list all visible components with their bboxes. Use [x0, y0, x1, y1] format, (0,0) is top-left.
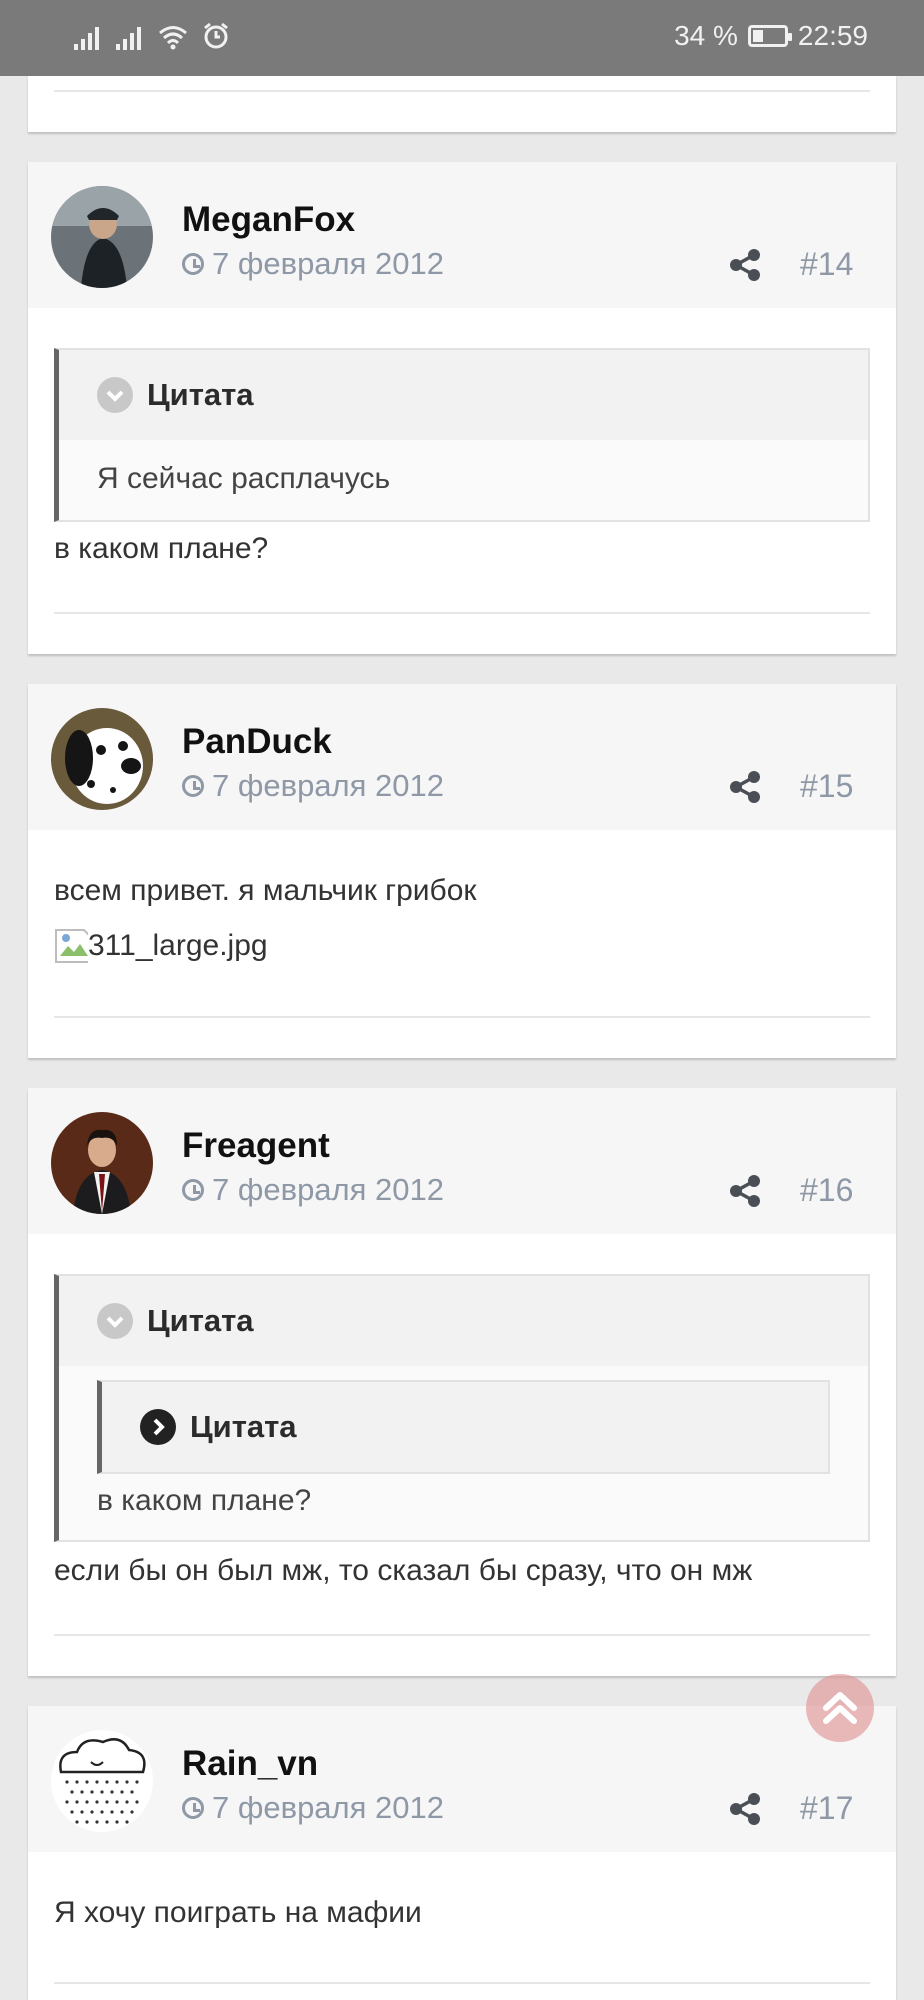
share-icon[interactable] — [728, 248, 762, 282]
share-icon[interactable] — [728, 1174, 762, 1208]
post-date[interactable]: 7 февраля 2012 — [182, 1172, 444, 1208]
divider — [54, 90, 870, 92]
chevron-down-icon — [97, 1303, 133, 1339]
post-number[interactable]: #17 — [800, 1790, 853, 1827]
clock-icon — [182, 775, 204, 797]
clock-icon — [182, 1179, 204, 1201]
battery-icon — [747, 25, 792, 47]
post-body: Цитата Я сейчас расплачусь в каком плане… — [28, 348, 896, 568]
post-number[interactable]: #14 — [800, 246, 853, 283]
signal-icon-2 — [116, 27, 141, 50]
post-header: MeganFox 7 февраля 2012 #14 — [28, 162, 896, 308]
battery-percent: 34 % — [674, 20, 738, 51]
post-date[interactable]: 7 февраля 2012 — [182, 246, 444, 282]
signal-icon — [74, 27, 99, 50]
divider — [54, 1016, 870, 1018]
broken-image[interactable]: 311_large.jpg — [54, 926, 870, 966]
username[interactable]: PanDuck — [182, 722, 332, 762]
post-text: в каком плане? — [54, 532, 269, 565]
post-text: если бы он был мж, то сказал бы сразу, ч… — [54, 1554, 753, 1587]
nested-quote-title: Цитата — [190, 1409, 297, 1444]
username[interactable]: Freagent — [182, 1126, 330, 1166]
avatar[interactable] — [51, 186, 153, 288]
avatar[interactable] — [51, 1730, 153, 1832]
post-number[interactable]: #16 — [800, 1172, 853, 1209]
post-body: Я хочу поиграть на мафии — [28, 1894, 896, 1932]
post-card: PanDuck 7 февраля 2012 #15 всем привет. … — [28, 684, 896, 1058]
post-header: PanDuck 7 февраля 2012 #15 — [28, 684, 896, 830]
post-date-text: 7 февраля 2012 — [212, 246, 445, 281]
post-body: Цитата Цитата в каком плане? если бы он … — [28, 1274, 896, 1590]
previous-post-card — [28, 76, 896, 132]
post-date-text: 7 февраля 2012 — [212, 768, 445, 803]
post-body: всем привет. я мальчик грибок 311_large.… — [28, 872, 896, 966]
share-icon[interactable] — [728, 1792, 762, 1826]
share-icon[interactable] — [728, 770, 762, 804]
quote-header[interactable]: Цитата — [59, 1276, 868, 1366]
clock-icon — [182, 253, 204, 275]
post-card: MeganFox 7 февраля 2012 #14 Цитата Я сей… — [28, 162, 896, 654]
avatar[interactable] — [51, 1112, 153, 1214]
post-text: всем привет. я мальчик грибок — [54, 874, 477, 907]
nested-quote-block: Цитата — [97, 1380, 830, 1474]
post-date-text: 7 февраля 2012 — [212, 1790, 445, 1825]
image-alt-text: 311_large.jpg — [88, 927, 268, 965]
quote-header[interactable]: Цитата — [59, 350, 868, 440]
divider — [54, 1634, 870, 1636]
quote-title: Цитата — [147, 377, 254, 412]
post-card: Freagent 7 февраля 2012 #16 Цитата Цитат… — [28, 1088, 896, 1676]
chevron-down-icon — [97, 377, 133, 413]
post-number[interactable]: #15 — [800, 768, 853, 805]
double-chevron-up-icon — [823, 1692, 857, 1724]
divider — [54, 612, 870, 614]
divider — [54, 1982, 870, 1984]
username[interactable]: MeganFox — [182, 200, 355, 240]
avatar[interactable] — [51, 708, 153, 810]
quote-block: Цитата Я сейчас расплачусь — [54, 348, 870, 522]
scroll-to-top-button[interactable] — [806, 1674, 874, 1742]
wifi-icon — [159, 26, 187, 50]
username[interactable]: Rain_vn — [182, 1744, 318, 1784]
chevron-right-icon — [140, 1409, 176, 1445]
post-date-text: 7 февраля 2012 — [212, 1172, 445, 1207]
post-card: Rain_vn 7 февраля 2012 #17 Я хочу поигра… — [28, 1706, 896, 2000]
status-bar: 34 % 22:59 — [0, 0, 924, 76]
post-date[interactable]: 7 февраля 2012 — [182, 768, 444, 804]
quote-title: Цитата — [147, 1303, 254, 1338]
post-text: Я хочу поиграть на мафии — [54, 1896, 422, 1929]
alarm-icon — [204, 22, 228, 49]
clock-time: 22:59 — [797, 20, 868, 51]
quote-block: Цитата Цитата в каком плане? — [54, 1274, 870, 1542]
quote-text: Я сейчас расплачусь — [97, 462, 391, 495]
post-date[interactable]: 7 февраля 2012 — [182, 1790, 444, 1826]
post-header: Rain_vn 7 февраля 2012 #17 — [28, 1706, 896, 1852]
quote-text: в каком плане? — [97, 1484, 312, 1517]
nested-quote-header[interactable]: Цитата — [102, 1382, 828, 1472]
clock-icon — [182, 1797, 204, 1819]
post-header: Freagent 7 февраля 2012 #16 — [28, 1088, 896, 1234]
